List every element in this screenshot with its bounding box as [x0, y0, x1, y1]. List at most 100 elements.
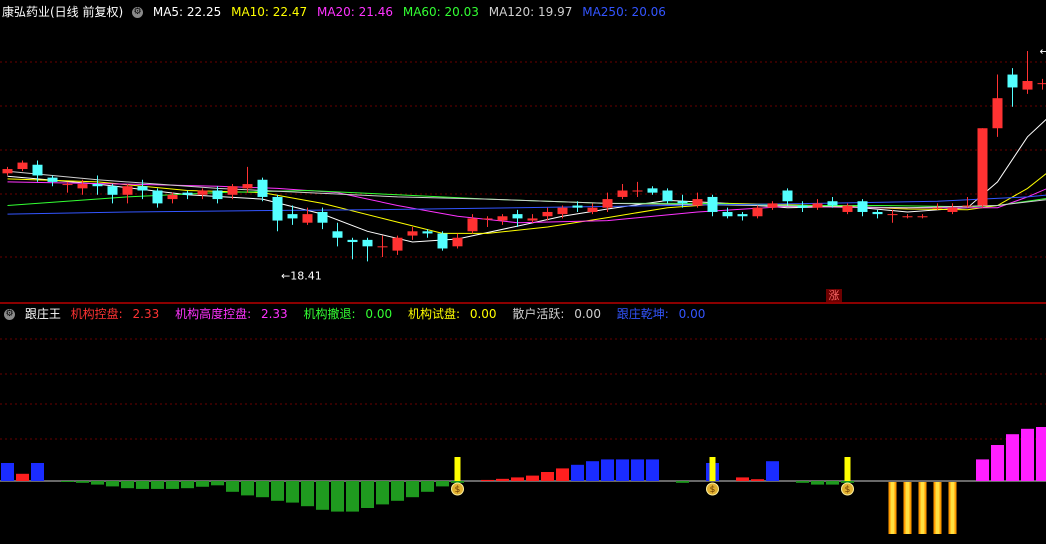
indicator-bar: [991, 445, 1004, 481]
legend-item-retail: 散户活跃: 0.00: [512, 307, 607, 321]
indicator-bar: [766, 461, 779, 481]
indicator-bar: [226, 481, 239, 492]
indicator-bar: [481, 479, 494, 481]
gear-icon[interactable]: ⚙: [132, 7, 144, 18]
candle-body: [767, 203, 778, 208]
legend-label: 跟庄乾坤:: [616, 307, 669, 321]
indicator-bar: [646, 459, 659, 481]
gold-bar-highlight: [935, 482, 940, 534]
legend-label: 机构试盘:: [407, 307, 460, 321]
candle-body: [407, 231, 418, 236]
candle-body: [557, 207, 568, 215]
gear-icon[interactable]: ⚙: [4, 309, 15, 320]
indicator-bar: [331, 481, 344, 512]
indicator-bar: [1021, 428, 1034, 481]
indicator-bar: [286, 481, 299, 503]
ma250-label: MA250: 20.06: [582, 5, 666, 19]
legend-item-high-control: 机构高度控盘: 2.33: [175, 307, 294, 321]
candle-body: [707, 196, 718, 212]
high-label: ←23.60: [1040, 45, 1046, 58]
indicator-bar: [496, 478, 509, 481]
candle-body: [647, 188, 658, 193]
indicator-bar: [526, 475, 539, 481]
indicator-bar: [811, 481, 824, 485]
candle-body: [797, 205, 808, 208]
legend-label: 机构撤退:: [303, 307, 356, 321]
candle-body: [452, 237, 463, 247]
ma10-label: MA10: 22.47: [231, 5, 308, 19]
candle-body: [662, 190, 673, 202]
indicator-bar: [631, 459, 644, 481]
candle-body: [1037, 83, 1046, 85]
candle-body: [782, 190, 793, 202]
candle-body: [722, 211, 733, 217]
money-bag-symbol: $: [845, 485, 851, 495]
indicator-bar: [511, 477, 524, 481]
candle-body: [752, 207, 763, 217]
kline-chart[interactable]: ←23.60 ←18.41: [0, 0, 1046, 302]
indicator-bar: [601, 459, 614, 481]
candle-body: [992, 98, 1003, 129]
legend-value: 0.00: [678, 307, 706, 321]
legend-item-retreat: 机构撤退: 0.00: [304, 307, 399, 321]
candle-body: [422, 231, 433, 234]
indicator-bar: [271, 481, 284, 501]
candle-body: [242, 184, 253, 189]
trial-bar: [844, 457, 851, 481]
candle-body: [122, 186, 133, 195]
candle-body: [677, 201, 688, 204]
indicator-name: 跟庄王: [24, 307, 61, 321]
legend-value: 2.33: [132, 307, 160, 321]
indicator-bar: [796, 481, 809, 483]
trial-bar: [709, 457, 716, 481]
candle-body: [872, 211, 883, 215]
indicator-bar: [16, 473, 29, 481]
ma5-line: [7, 118, 1046, 243]
ma20-label: MA20: 21.46: [316, 5, 394, 19]
candle-body: [137, 186, 148, 191]
legend-value: 0.00: [365, 307, 393, 321]
indicator-bar: [391, 481, 404, 501]
indicator-panel[interactable]: $ $ $ ⚙ 跟庄王 机构控盘: 2.33 机构高度控盘: 2.33 机构撤退: …: [0, 304, 1046, 544]
indicator-bar: [256, 481, 269, 498]
candle-body: [272, 196, 283, 221]
candle-body: [287, 214, 298, 219]
gold-bar-highlight: [920, 482, 925, 534]
candle-body: [17, 162, 28, 170]
indicator-bar: [151, 481, 164, 489]
candle-body: [302, 214, 313, 223]
indicator-bar: [361, 481, 374, 508]
candle-body: [617, 190, 628, 197]
indicator-bar: [736, 477, 749, 481]
candle-body: [92, 184, 103, 187]
indicator-bar: [166, 481, 179, 489]
candle-body: [317, 211, 328, 223]
legend-value: 0.00: [469, 307, 497, 321]
candle-body: [1007, 74, 1018, 88]
ma5-label: MA5: 22.25: [152, 5, 222, 19]
limit-up-badge[interactable]: 涨: [826, 289, 842, 303]
candle-body: [512, 214, 523, 219]
indicator-bar: [376, 481, 389, 505]
indicator-bar: [241, 481, 254, 496]
indicator-bar: [301, 481, 314, 507]
candle-body: [572, 205, 583, 208]
kline-panel[interactable]: ←23.60 ←18.41 康弘药业(日线 前复权) ⚙ MA5: 22.25 M…: [0, 0, 1046, 303]
legend-value: 2.33: [260, 307, 288, 321]
stock-title: 康弘药业(日线 前复权): [2, 5, 124, 19]
candle-body: [257, 179, 268, 197]
gold-bar-highlight: [890, 482, 895, 534]
gold-bar-highlight: [950, 482, 955, 534]
money-bag-symbol: $: [710, 485, 716, 495]
candle-body: [227, 186, 238, 195]
ma60-label: MA60: 20.03: [402, 5, 479, 19]
candle-body: [392, 237, 403, 251]
candle-body: [962, 205, 973, 207]
candle-body: [827, 201, 838, 206]
candle-body: [182, 192, 193, 195]
indicator-chart[interactable]: $ $ $: [0, 304, 1046, 544]
candle-body: [47, 177, 58, 182]
indicator-bar: [676, 481, 689, 483]
legend-value: 0.00: [574, 307, 601, 321]
indicator-bar: [211, 481, 224, 486]
